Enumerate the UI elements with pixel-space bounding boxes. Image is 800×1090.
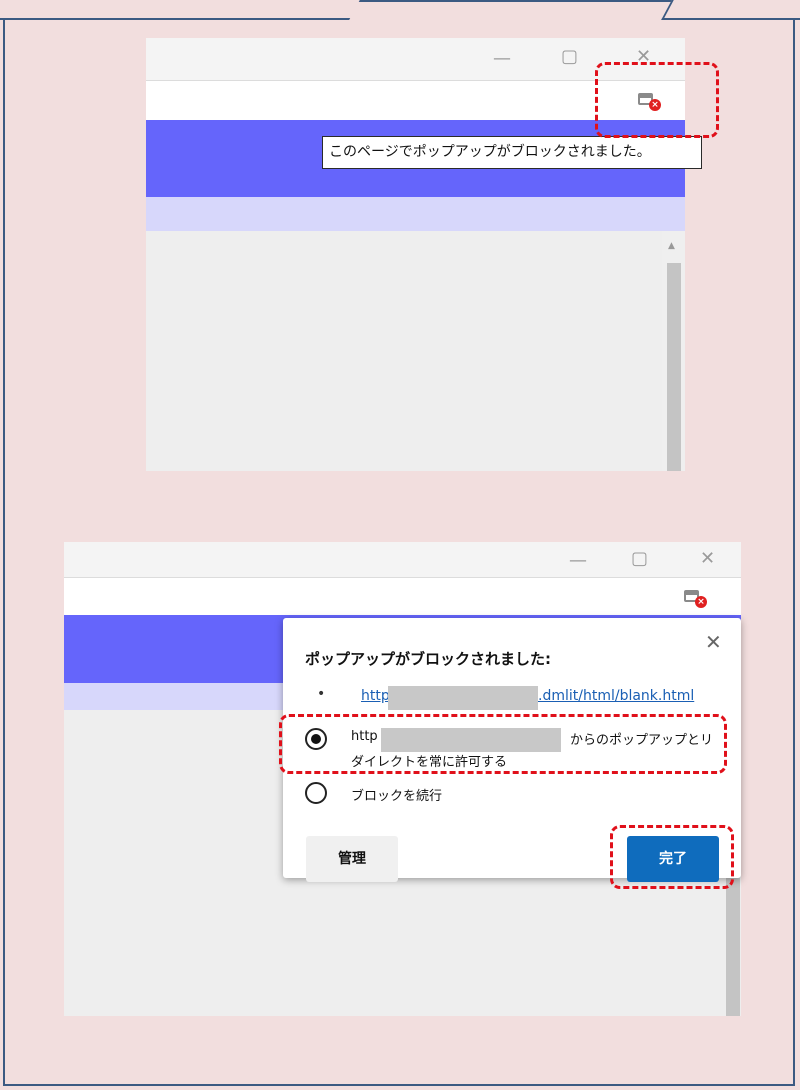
block-radio[interactable] xyxy=(305,782,327,804)
close-icon[interactable]: ✕ xyxy=(705,632,722,652)
frame-tab-right xyxy=(661,0,800,20)
frame-tab-left xyxy=(0,0,361,20)
restore-button[interactable]: ▢ xyxy=(561,48,578,66)
highlight-done-button xyxy=(610,825,734,889)
popup-blocked-tooltip: このページでポップアップがブロックされました。 xyxy=(322,136,702,169)
title-bar: — ▢ ✕ xyxy=(64,542,741,577)
redacted-host xyxy=(388,686,538,710)
dialog-title: ポップアップがブロックされました: xyxy=(305,650,552,668)
block-option-label: ブロックを続行 xyxy=(351,789,443,804)
address-bar: × xyxy=(64,577,741,616)
close-button[interactable]: ✕ xyxy=(700,550,715,568)
list-bullet: • xyxy=(317,686,326,702)
highlight-blocked-icon xyxy=(595,62,719,138)
page-content xyxy=(146,231,685,471)
popup-blocked-icon[interactable]: × xyxy=(684,588,708,608)
highlight-allow-option xyxy=(279,714,727,774)
page-subheader-band xyxy=(146,197,685,231)
scrollbar-thumb[interactable] xyxy=(667,263,681,471)
minimize-button[interactable]: — xyxy=(569,552,587,570)
manage-button[interactable]: 管理 xyxy=(306,836,398,882)
restore-button[interactable]: ▢ xyxy=(631,550,648,568)
blocked-url-link-start[interactable]: http xyxy=(361,688,390,704)
minimize-button[interactable]: — xyxy=(493,50,511,68)
blocked-url-link-end[interactable]: .dmlit/html/blank.html xyxy=(538,688,694,704)
scroll-up-icon[interactable]: ▲ xyxy=(668,241,675,251)
